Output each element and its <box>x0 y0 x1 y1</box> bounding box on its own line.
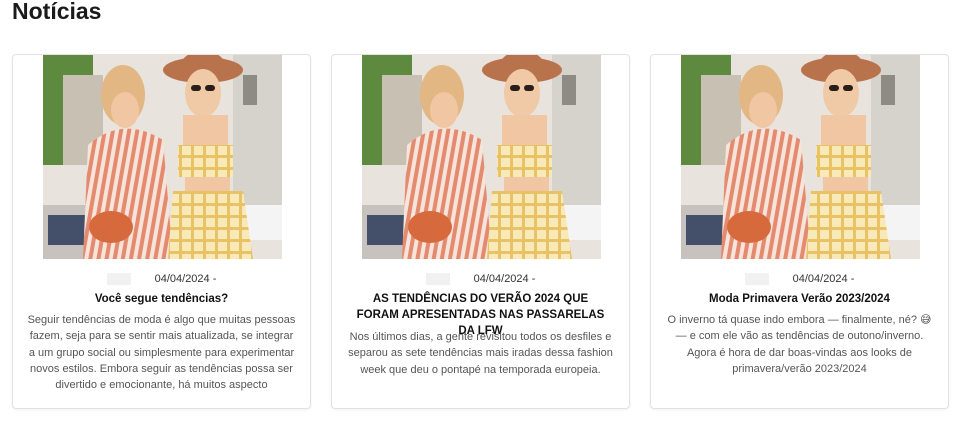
news-date: 04/04/2024 - <box>792 273 855 285</box>
news-meta: 04/04/2024 - <box>332 273 629 285</box>
author-placeholder <box>744 273 769 285</box>
news-card[interactable]: 04/04/2024 - Moda Primavera Verão 2023/2… <box>650 54 949 409</box>
news-image[interactable] <box>681 55 920 259</box>
fashion-photo-image <box>43 55 282 259</box>
news-card[interactable]: 04/04/2024 - Você segue tendências? Segu… <box>12 54 311 409</box>
news-image[interactable] <box>362 55 601 259</box>
news-meta: 04/04/2024 - <box>13 273 310 285</box>
news-meta: 04/04/2024 - <box>651 273 948 285</box>
fashion-photo-image <box>681 55 920 259</box>
news-card-list: 04/04/2024 - Você segue tendências? Segu… <box>12 54 949 409</box>
news-card[interactable]: 04/04/2024 - AS TENDÊNCIAS DO VERÃO 2024… <box>331 54 630 409</box>
news-excerpt: O inverno tá quase indo embora — finalme… <box>667 314 932 375</box>
page-title: Notícias <box>12 0 102 24</box>
news-excerpt: Nos últimos dias, a gente revisitou todo… <box>348 331 613 376</box>
news-date: 04/04/2024 - <box>473 273 536 285</box>
news-excerpt: Seguir tendências de moda é algo que mui… <box>27 314 296 392</box>
author-placeholder <box>425 273 450 285</box>
news-title[interactable]: Moda Primavera Verão 2023/2024 <box>671 291 928 307</box>
news-title[interactable]: Você segue tendências? <box>33 291 290 307</box>
fashion-photo-image <box>362 55 601 259</box>
author-placeholder <box>106 273 131 285</box>
news-date: 04/04/2024 - <box>154 273 217 285</box>
news-image[interactable] <box>43 55 282 259</box>
